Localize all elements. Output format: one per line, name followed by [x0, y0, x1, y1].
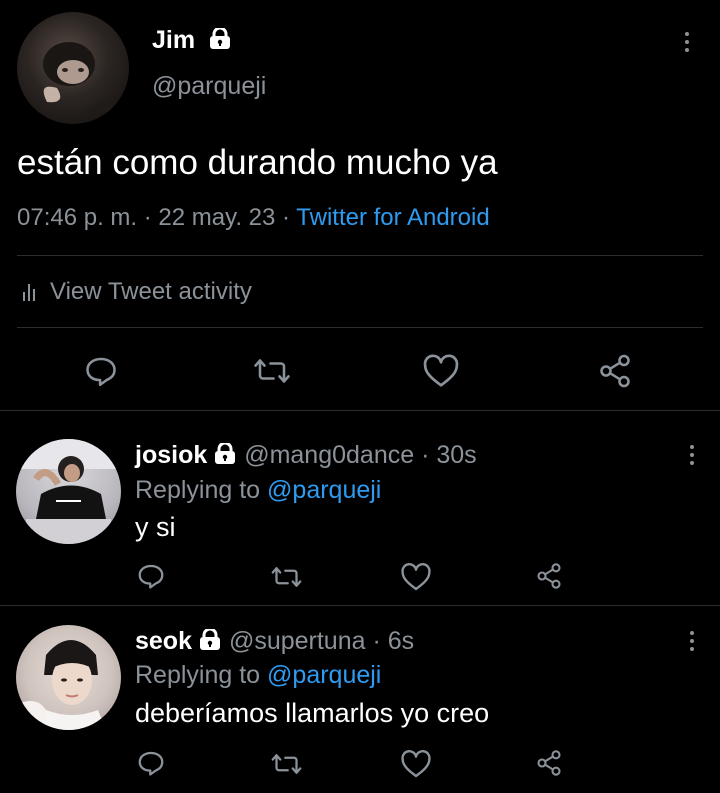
share-button[interactable]: [535, 562, 563, 590]
reply-age: 30s: [436, 441, 477, 469]
divider: [17, 327, 703, 328]
replying-to-link[interactable]: @parqueji: [267, 661, 381, 689]
tweet-source[interactable]: Twitter for Android: [296, 204, 489, 231]
divider: [17, 255, 703, 256]
avatar-image: [16, 439, 121, 544]
more-icon[interactable]: [689, 445, 695, 465]
reply-button[interactable]: [83, 353, 119, 389]
divider: [0, 410, 720, 411]
replying-prefix: Replying to: [135, 661, 261, 689]
tweet-meta: 07:46 p. m. · 22 may. 23 · Twitter for A…: [17, 204, 490, 232]
avatar[interactable]: [16, 625, 121, 730]
avatar[interactable]: [17, 12, 129, 124]
lock-icon: [213, 443, 237, 465]
author-name[interactable]: josiok: [135, 441, 207, 469]
share-button[interactable]: [535, 749, 563, 777]
avatar-image: [16, 640, 106, 730]
author-handle[interactable]: @supertuna: [229, 627, 366, 655]
reply-text: deberíamos llamarlos yo creo: [135, 698, 490, 728]
reply-text: y si: [135, 512, 176, 542]
like-button[interactable]: [400, 562, 432, 592]
share-icon: [537, 563, 561, 589]
retweet-icon: [271, 567, 302, 587]
retweet-button[interactable]: [270, 749, 303, 779]
tweet-date: 22 may. 23: [158, 204, 276, 231]
like-button[interactable]: [400, 749, 432, 779]
activity-label: View Tweet activity: [50, 278, 252, 305]
lock-icon: [208, 28, 232, 50]
author-handle[interactable]: @mang0dance: [244, 441, 414, 469]
author-name[interactable]: seok: [135, 627, 192, 655]
lock-icon: [198, 629, 222, 651]
tweet-time: 07:46 p. m.: [17, 204, 138, 231]
replying-to: Replying to @parqueji: [135, 476, 381, 505]
meta-separator: ·: [143, 204, 152, 231]
reply-button[interactable]: [136, 748, 166, 778]
like-icon: [401, 563, 431, 591]
retweet-button[interactable]: [252, 353, 292, 389]
avatar[interactable]: [16, 439, 121, 544]
reply-icon: [86, 357, 116, 387]
tweet-text: están como durando mucho ya: [17, 143, 498, 182]
author-handle[interactable]: @parqueji: [152, 72, 266, 101]
meta-separator: ·: [282, 204, 291, 231]
share-icon: [537, 750, 561, 776]
replying-prefix: Replying to: [135, 476, 261, 504]
meta-separator: ·: [421, 441, 430, 469]
reply-icon: [138, 564, 164, 589]
retweet-button[interactable]: [270, 562, 303, 592]
retweet-icon: [254, 359, 290, 383]
avatar-image: [43, 42, 117, 112]
share-icon: [600, 354, 630, 388]
reply-button[interactable]: [136, 561, 166, 591]
like-icon: [401, 750, 431, 778]
author-name[interactable]: Jim: [152, 26, 195, 54]
meta-separator: ·: [372, 627, 381, 655]
like-icon: [423, 354, 459, 387]
more-icon[interactable]: [684, 32, 690, 52]
view-activity-link[interactable]: View Tweet activity: [22, 278, 252, 306]
more-icon[interactable]: [689, 631, 695, 651]
reply-age: 6s: [387, 627, 415, 655]
replying-to-link[interactable]: @parqueji: [267, 476, 381, 504]
replying-to: Replying to @parqueji: [135, 661, 381, 690]
divider: [0, 605, 720, 606]
share-button[interactable]: [597, 353, 633, 389]
reply-icon: [138, 751, 164, 776]
activity-icon: [22, 281, 40, 303]
like-button[interactable]: [422, 353, 460, 389]
retweet-icon: [271, 754, 302, 774]
